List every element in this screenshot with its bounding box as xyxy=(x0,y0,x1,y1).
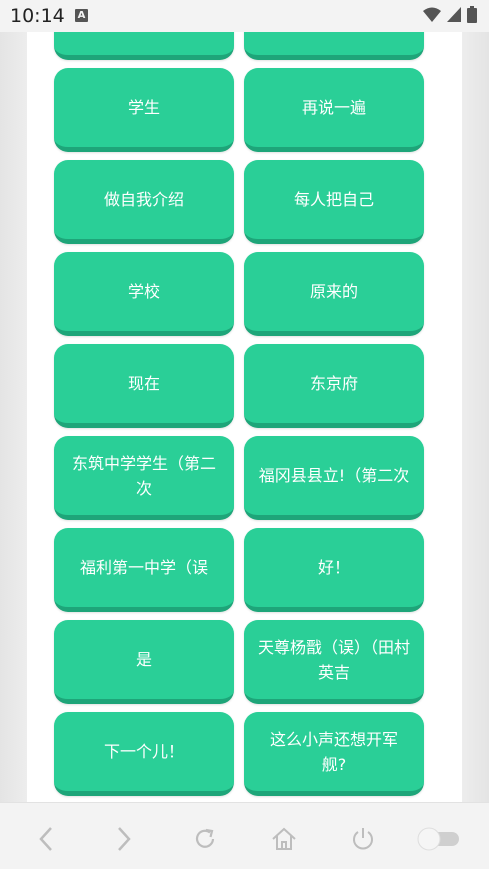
phrase-card[interactable]: 福冈县县立!（第二次 xyxy=(244,436,424,520)
forward-icon xyxy=(118,827,131,851)
status-icons xyxy=(423,6,477,23)
phrase-card[interactable]: 现在 xyxy=(54,344,234,428)
phrase-card[interactable]: 是 xyxy=(54,620,234,704)
toggle-switch[interactable] xyxy=(414,821,464,857)
battery-icon xyxy=(467,6,477,23)
toggle-switch-icon xyxy=(417,827,459,851)
power-button[interactable] xyxy=(345,821,381,857)
home-button[interactable] xyxy=(266,821,302,857)
phrase-card[interactable]: 每人把自己 xyxy=(244,160,424,244)
back-button[interactable] xyxy=(28,821,64,857)
content-area[interactable]: 学生 再说一遍 做自我介绍 每人把自己 学校 原来的 现在 东京府 东筑中学学生（第二次 福冈县县… xyxy=(27,32,462,802)
phrase-card[interactable]: 做自我介绍 xyxy=(54,160,234,244)
screen: 10:14 A 学生 再说一遍 做自我介绍 每人把自己 学校 原来的 现在 东京府 东筑中学学生… xyxy=(0,0,489,869)
phrase-card[interactable]: 天尊杨戬（误）（田村英吉 xyxy=(244,620,424,704)
phrase-card[interactable]: 这么小声还想开军舰? xyxy=(244,712,424,796)
phrase-card[interactable]: 再说一遍 xyxy=(244,68,424,152)
reload-button[interactable] xyxy=(187,821,223,857)
phrase-card[interactable]: 学校 xyxy=(54,252,234,336)
status-bar: 10:14 A xyxy=(0,0,489,32)
phrase-card[interactable]: 好！ xyxy=(244,528,424,612)
phrase-card[interactable]: 下一个儿！ xyxy=(54,712,234,796)
phrase-card[interactable]: 东京府 xyxy=(244,344,424,428)
right-gutter xyxy=(462,32,489,802)
reload-icon xyxy=(195,828,215,848)
back-icon xyxy=(39,827,52,851)
phrase-card[interactable]: 福利第一中学（误 xyxy=(54,528,234,612)
left-gutter xyxy=(0,32,27,802)
bottom-navigation-bar xyxy=(0,802,489,869)
phrase-card[interactable] xyxy=(54,32,234,60)
home-icon xyxy=(272,827,296,850)
phrase-grid: 学生 再说一遍 做自我介绍 每人把自己 学校 原来的 现在 东京府 东筑中学学生（第二次 福冈县县… xyxy=(54,32,424,796)
phrase-card[interactable]: 东筑中学学生（第二次 xyxy=(54,436,234,520)
forward-button[interactable] xyxy=(106,821,142,857)
wifi-icon xyxy=(423,7,441,22)
phrase-card[interactable] xyxy=(244,32,424,60)
status-time: 10:14 xyxy=(10,5,65,27)
signal-icon xyxy=(447,7,461,22)
phrase-card[interactable]: 原来的 xyxy=(244,252,424,336)
notification-a-icon: A xyxy=(75,9,88,22)
power-icon xyxy=(353,828,373,850)
phrase-card[interactable]: 学生 xyxy=(54,68,234,152)
